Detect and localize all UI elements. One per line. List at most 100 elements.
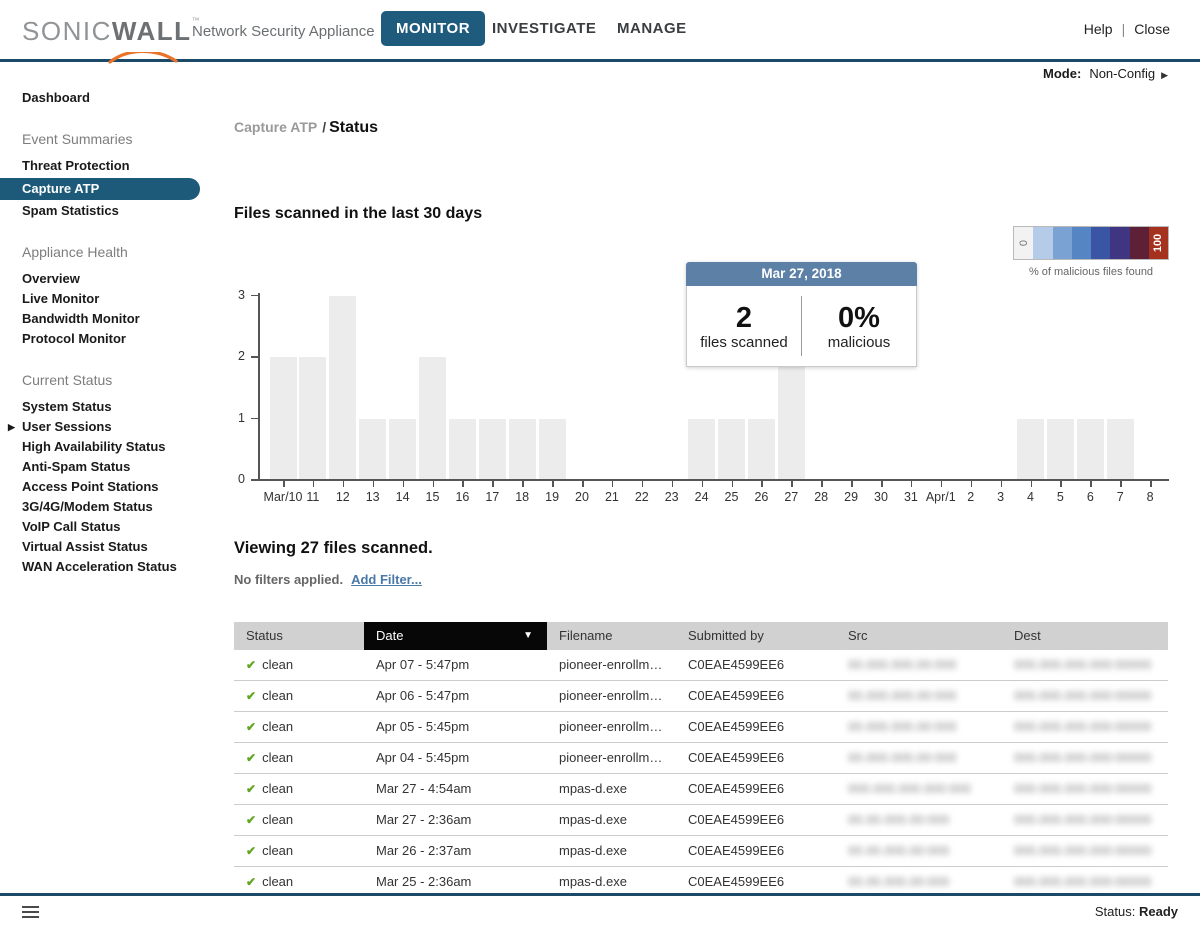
scanned-files-table: Status Date ▼ FilenameSubmitted by Src Dest ✔… [234, 622, 1168, 898]
chart-bar-25[interactable] [718, 419, 745, 480]
cell-submitted-by: C0EAE4599EE6 [676, 836, 836, 866]
malicious-color-legend: 0100 [1013, 226, 1169, 260]
x-tick [552, 481, 554, 487]
chart-bar-17[interactable] [479, 419, 506, 480]
table-row[interactable]: ✔cleanMar 26 - 2:37ammpas-d.exeC0EAE4599… [234, 836, 1168, 867]
sidebar-item-access-point-stations[interactable]: Access Point Stations [0, 477, 230, 497]
sidebar-item-label: Access Point Stations [22, 479, 159, 494]
chart-bar-19[interactable] [539, 419, 566, 480]
chart-bar-26[interactable] [748, 419, 775, 480]
sidebar-item-label: High Availability Status [22, 439, 166, 454]
chart-bar-mar-10[interactable] [270, 357, 297, 479]
breadcrumb-separator: / [322, 119, 326, 135]
sidebar-item-wan-acceleration-status[interactable]: WAN Acceleration Status [0, 557, 230, 577]
chart-bar-7[interactable] [1107, 419, 1134, 480]
clean-check-icon: ✔ [246, 782, 256, 796]
table-row[interactable]: ✔cleanApr 04 - 5:45pmpioneer-enrollm…C0E… [234, 743, 1168, 774]
sidebar-item-threat-protection[interactable]: Threat Protection [0, 156, 230, 176]
sidebar-item-virtual-assist-status[interactable]: Virtual Assist Status [0, 537, 230, 557]
cell-submitted-by: C0EAE4599EE6 [676, 712, 836, 742]
chart-bar-5[interactable] [1047, 419, 1074, 480]
column-header-label: Src [848, 628, 868, 643]
x-tick [791, 481, 793, 487]
sidebar-item-label: VoIP Call Status [22, 519, 121, 534]
column-header-status[interactable]: Status [234, 622, 364, 650]
sidebar-item-live-monitor[interactable]: Live Monitor [0, 289, 230, 309]
close-link[interactable]: Close [1134, 21, 1170, 37]
chart-bar-13[interactable] [359, 419, 386, 480]
chart-bar-18[interactable] [509, 419, 536, 480]
cell-dest-redacted: 000.000.000.000:00000 [1002, 650, 1168, 680]
table-row[interactable]: ✔cleanMar 27 - 2:36ammpas-d.exeC0EAE4599… [234, 805, 1168, 836]
column-header-src[interactable]: Src [836, 622, 1002, 650]
sidebar-item-3g-4g-modem-status[interactable]: 3G/4G/Modem Status [0, 497, 230, 517]
tab-monitor[interactable]: MONITOR [381, 11, 485, 46]
table-row[interactable]: ✔cleanApr 05 - 5:45pmpioneer-enrollm…C0E… [234, 712, 1168, 743]
sidebar-item-capture-atp[interactable]: Capture ATP [0, 178, 200, 200]
sidebar-item-label: Threat Protection [22, 158, 130, 173]
sidebar-item-high-availability-status[interactable]: High Availability Status [0, 437, 230, 457]
sidebar-item-overview[interactable]: Overview [0, 269, 230, 289]
legend-segment: 0 [1014, 227, 1033, 259]
breadcrumb-current: Status [329, 119, 378, 136]
column-header-label: Date [376, 628, 403, 643]
cell-status: ✔clean [234, 650, 364, 680]
sidebar-sections: Event SummariesThreat ProtectionCapture … [0, 131, 230, 577]
mode-selector[interactable]: Mode:Non-Config▶ [1043, 66, 1168, 81]
sidebar-item-dashboard[interactable]: Dashboard [0, 88, 230, 108]
sidebar-item-system-status[interactable]: System Status [0, 397, 230, 417]
expand-arrow-icon[interactable]: ▶ [8, 417, 15, 437]
sidebar-item-user-sessions[interactable]: ▶ User Sessions [0, 417, 230, 437]
help-link[interactable]: Help [1084, 21, 1113, 37]
viewing-summary: Viewing 27 files scanned. [234, 539, 433, 558]
table-row[interactable]: ✔cleanApr 06 - 5:47pmpioneer-enrollm…C0E… [234, 681, 1168, 712]
x-tick [1150, 481, 1152, 487]
chart-tooltip: Mar 27, 2018 2 files scanned 0% maliciou… [686, 262, 917, 367]
sidebar-item-anti-spam-status[interactable]: Anti-Spam Status [0, 457, 230, 477]
sidebar-item-label: User Sessions [22, 419, 112, 434]
tab-manage[interactable]: MANAGE [617, 20, 687, 37]
table-row[interactable]: ✔cleanApr 07 - 5:47pmpioneer-enrollm…C0E… [234, 650, 1168, 681]
chart-bar-4[interactable] [1017, 419, 1044, 480]
chart-bar-6[interactable] [1077, 419, 1104, 480]
x-tick [941, 481, 943, 487]
chart-bar-15[interactable] [419, 357, 446, 479]
x-tick [1031, 481, 1033, 487]
column-header-dest[interactable]: Dest [1002, 622, 1168, 650]
table-row[interactable]: ✔cleanMar 27 - 4:54ammpas-d.exeC0EAE4599… [234, 774, 1168, 805]
menu-icon[interactable] [22, 906, 39, 921]
chart-bar-14[interactable] [389, 419, 416, 480]
y-tick [251, 356, 258, 358]
breadcrumb-parent[interactable]: Capture ATP [234, 119, 317, 135]
x-tick [702, 481, 704, 487]
sort-caret-icon[interactable]: ▼ [523, 622, 533, 650]
x-tick-label: 8 [1128, 490, 1172, 504]
sidebar-item-bandwidth-monitor[interactable]: Bandwidth Monitor [0, 309, 230, 329]
chart-bar-24[interactable] [688, 419, 715, 480]
chart-bar-16[interactable] [449, 419, 476, 480]
add-filter-link[interactable]: Add Filter... [351, 572, 422, 587]
legend-segment [1072, 227, 1091, 259]
x-tick [761, 481, 763, 487]
tab-investigate[interactable]: INVESTIGATE [492, 20, 596, 37]
column-header-date[interactable]: Date ▼ [364, 622, 547, 650]
column-header-filename[interactable]: Filename [547, 622, 676, 650]
mode-label: Mode: [1043, 66, 1081, 81]
chart-bar-12[interactable] [329, 296, 356, 480]
cell-dest-redacted: 000.000.000.000:00000 [1002, 774, 1168, 804]
chart-bar-11[interactable] [299, 357, 326, 479]
x-tick [313, 481, 315, 487]
column-header-submitted-by[interactable]: Submitted by [676, 622, 836, 650]
chart-bar-27[interactable] [778, 357, 805, 479]
tooltip-malicious-label: malicious [828, 334, 891, 351]
header-links: Help|Close [1084, 21, 1170, 37]
cell-status: ✔clean [234, 743, 364, 773]
cell-submitted-by: C0EAE4599EE6 [676, 681, 836, 711]
cell-src-redacted: 00.000.000.00:000 [836, 743, 1002, 773]
sidebar-item-spam-statistics[interactable]: Spam Statistics [0, 201, 230, 221]
mode-value: Non-Config [1089, 66, 1155, 81]
sidebar-item-voip-call-status[interactable]: VoIP Call Status [0, 517, 230, 537]
x-tick [433, 481, 435, 487]
cell-src-redacted: 00.00.000.00:000 [836, 805, 1002, 835]
sidebar-item-protocol-monitor[interactable]: Protocol Monitor [0, 329, 230, 349]
